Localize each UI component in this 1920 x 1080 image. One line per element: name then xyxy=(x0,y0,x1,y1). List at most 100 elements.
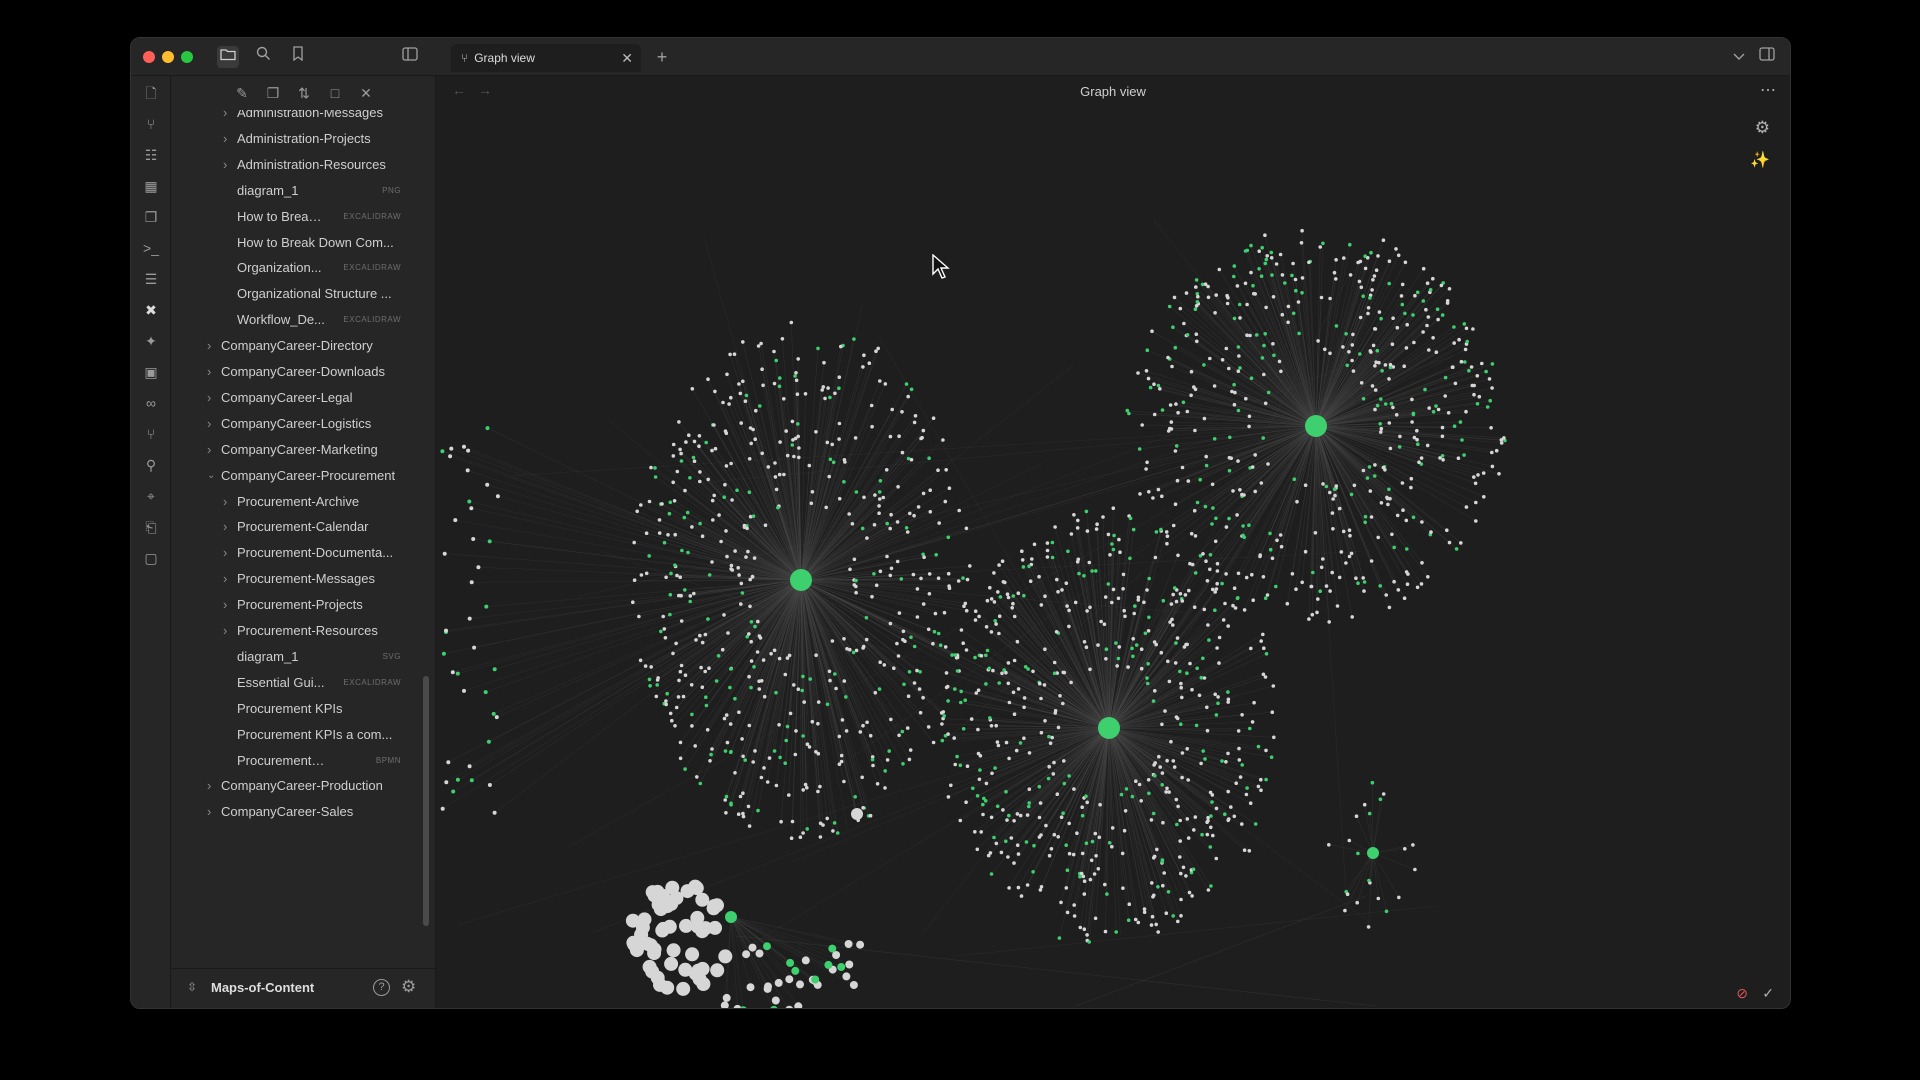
graph-node[interactable] xyxy=(681,694,686,699)
graph-node[interactable] xyxy=(761,658,766,662)
graph-node[interactable] xyxy=(1300,291,1304,295)
graph-node[interactable] xyxy=(1489,426,1493,430)
graph-node[interactable] xyxy=(1366,306,1371,310)
graph-node[interactable] xyxy=(1401,508,1405,512)
graph-node[interactable] xyxy=(1247,414,1252,419)
graph-node[interactable] xyxy=(796,422,800,426)
graph-node[interactable] xyxy=(1237,354,1241,358)
graph-node[interactable] xyxy=(1300,228,1304,233)
graph-node[interactable] xyxy=(671,480,675,485)
graph-node[interactable] xyxy=(656,676,660,680)
search-icon[interactable]: ⚲ xyxy=(140,454,162,476)
graph-node[interactable] xyxy=(1072,787,1076,791)
graph-node[interactable] xyxy=(741,811,745,816)
graph-node[interactable] xyxy=(952,736,956,740)
graph-node[interactable] xyxy=(687,433,691,438)
graph-node[interactable] xyxy=(1358,259,1363,264)
graph-node[interactable] xyxy=(1039,730,1044,735)
graph-node[interactable] xyxy=(777,723,781,727)
graph-node[interactable] xyxy=(441,651,446,656)
graph-node[interactable] xyxy=(870,424,874,429)
presentation-icon[interactable]: ▣ xyxy=(140,361,162,383)
graph-node[interactable] xyxy=(1361,397,1366,401)
graph-node[interactable] xyxy=(1237,746,1241,751)
graph-node[interactable] xyxy=(1497,472,1501,476)
graph-node[interactable] xyxy=(1067,774,1071,778)
graph-node[interactable] xyxy=(1171,592,1175,597)
graph-node[interactable] xyxy=(1039,885,1044,889)
graph-node[interactable] xyxy=(1038,888,1043,892)
graph-node[interactable] xyxy=(1223,601,1227,606)
graph-node[interactable] xyxy=(810,490,815,494)
graph-node[interactable] xyxy=(992,571,996,575)
graph-node[interactable] xyxy=(1241,524,1245,528)
graph-node[interactable] xyxy=(1215,561,1220,566)
graph-node[interactable] xyxy=(724,529,728,533)
graph-node[interactable] xyxy=(1168,620,1172,624)
graph-node[interactable] xyxy=(1347,350,1351,354)
graph-node[interactable] xyxy=(1082,574,1086,578)
graph-node[interactable] xyxy=(796,357,800,361)
graph-node[interactable] xyxy=(774,783,779,788)
graph-node[interactable] xyxy=(1253,453,1257,457)
graph-node[interactable] xyxy=(1099,619,1103,624)
graph-node[interactable] xyxy=(1165,758,1169,763)
graph-node[interactable] xyxy=(1316,339,1320,343)
graph-node[interactable] xyxy=(1469,365,1474,369)
graph-node[interactable] xyxy=(1370,384,1375,388)
chevron-down-icon[interactable] xyxy=(1728,46,1750,68)
graph-node[interactable] xyxy=(995,740,1000,744)
file-item[interactable]: Procurement KPIs a com... xyxy=(171,722,421,748)
graph-node[interactable] xyxy=(1195,339,1199,344)
graph-node[interactable] xyxy=(1027,564,1031,569)
graph-node[interactable] xyxy=(1235,596,1240,601)
graph-node[interactable] xyxy=(1156,885,1160,889)
graph-node[interactable] xyxy=(485,426,490,431)
graph-node[interactable] xyxy=(1367,465,1372,469)
graph-node[interactable] xyxy=(1169,739,1173,744)
graph-node[interactable] xyxy=(1315,610,1319,615)
graph-node[interactable] xyxy=(1209,825,1213,830)
graph-node[interactable] xyxy=(1264,777,1268,782)
graph-node[interactable] xyxy=(1127,902,1132,906)
graph-node[interactable] xyxy=(1059,900,1063,905)
graph-node[interactable] xyxy=(1474,519,1478,523)
graph-node[interactable] xyxy=(955,754,959,759)
graph-node[interactable] xyxy=(746,983,755,992)
graph-node[interactable] xyxy=(1368,296,1372,300)
graph-node[interactable] xyxy=(1104,657,1108,661)
graph-node[interactable] xyxy=(975,794,980,798)
graph-node[interactable] xyxy=(1350,615,1354,619)
graph-node[interactable] xyxy=(762,694,767,699)
graph-node[interactable] xyxy=(1204,463,1209,468)
graph-node[interactable] xyxy=(1350,343,1355,347)
graph-node[interactable] xyxy=(1446,411,1451,415)
graph-node[interactable] xyxy=(1268,547,1273,552)
graph-node[interactable] xyxy=(674,641,678,646)
graph-node[interactable] xyxy=(1167,679,1172,684)
graph-node[interactable] xyxy=(759,341,763,346)
graph-node[interactable] xyxy=(1191,867,1196,872)
graph-node[interactable] xyxy=(1263,401,1268,406)
graph-node[interactable] xyxy=(1321,241,1325,246)
graph-node[interactable] xyxy=(692,439,697,444)
graph-node[interactable] xyxy=(1189,393,1193,398)
chevron-right-icon[interactable]: › xyxy=(223,566,235,592)
graph-node[interactable] xyxy=(1061,811,1065,815)
graph-node[interactable] xyxy=(1183,593,1188,597)
chevron-right-icon[interactable]: › xyxy=(223,126,235,152)
graph-node[interactable] xyxy=(1351,369,1356,373)
graph-node[interactable] xyxy=(1265,254,1269,258)
graph-node[interactable] xyxy=(1365,476,1370,480)
bookmark-icon[interactable] xyxy=(287,46,309,68)
graph-node[interactable] xyxy=(1397,445,1402,449)
graph-node[interactable] xyxy=(909,635,913,640)
graph-node[interactable] xyxy=(889,512,893,517)
graph-node[interactable] xyxy=(1031,870,1035,874)
graph-node[interactable] xyxy=(1269,250,1274,255)
graph-node[interactable] xyxy=(1359,381,1364,385)
new-folder-icon[interactable]: ❐ xyxy=(262,82,284,104)
graph-node[interactable] xyxy=(706,617,710,621)
graph-node[interactable] xyxy=(983,799,988,803)
graph-node[interactable] xyxy=(1236,408,1241,413)
